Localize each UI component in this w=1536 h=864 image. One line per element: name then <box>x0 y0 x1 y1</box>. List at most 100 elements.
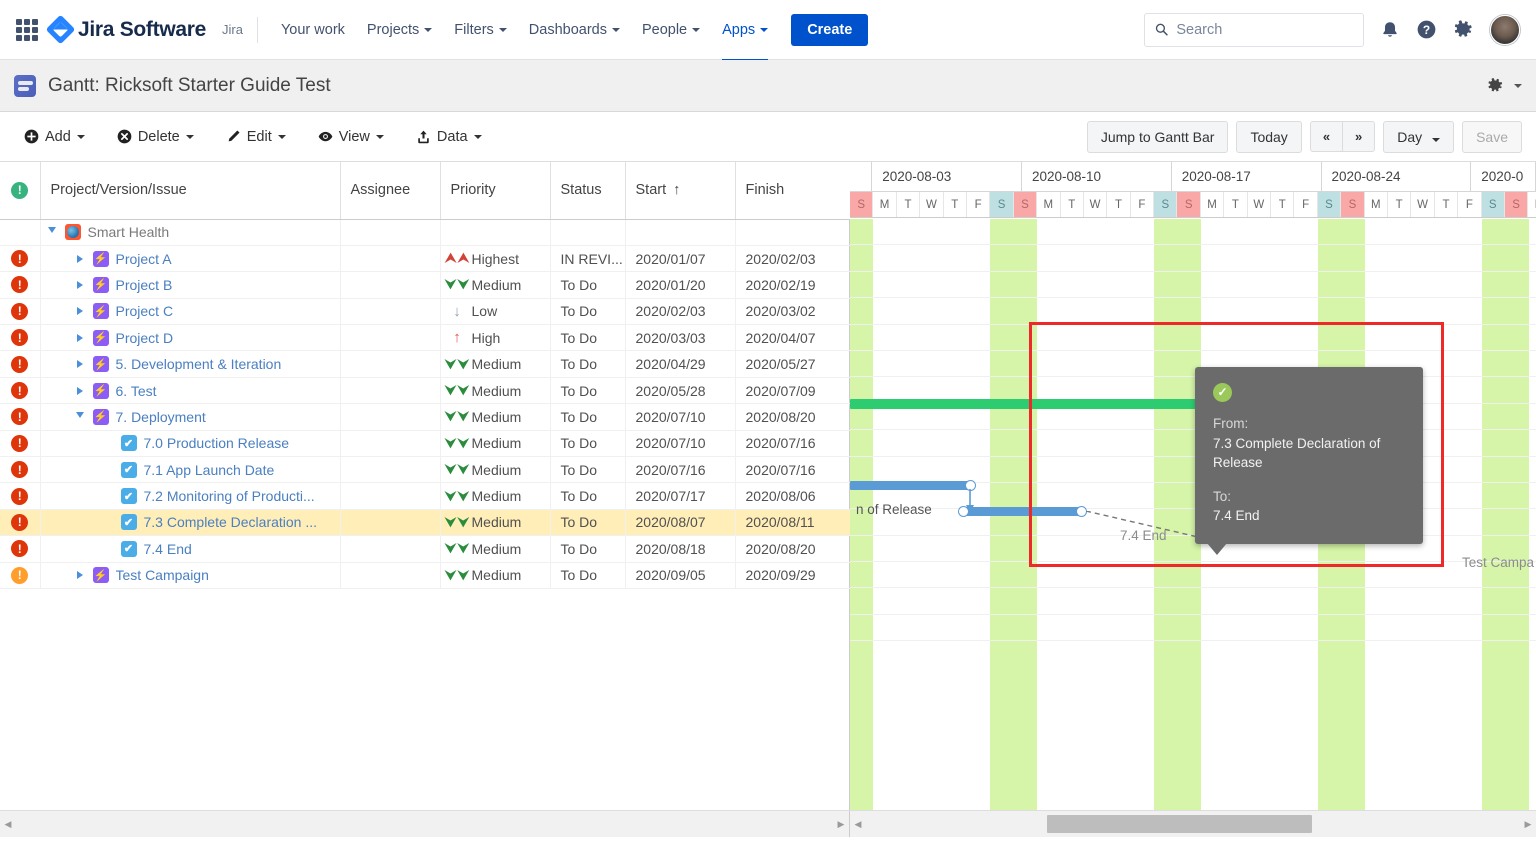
column-header-start[interactable]: Start↑ <box>625 162 735 219</box>
nav-item-projects[interactable]: Projects <box>358 15 441 45</box>
alert-icon[interactable]: ! <box>11 303 28 320</box>
row-finish-cell[interactable]: 2020/08/20 <box>735 536 850 562</box>
row-priority-cell[interactable]: ⮟⮟Medium <box>440 562 550 588</box>
row-priority-cell[interactable]: ⮟⮟Medium <box>440 457 550 483</box>
row-alert-cell[interactable]: ! <box>0 245 40 271</box>
toolbar-menu-edit[interactable]: Edit <box>216 123 296 151</box>
chevron-down-icon[interactable] <box>1514 84 1522 88</box>
alert-icon[interactable]: ! <box>11 514 28 531</box>
issue-name-link[interactable]: 7.1 App Launch Date <box>144 462 275 478</box>
toolbar-menu-add[interactable]: Add <box>14 123 95 151</box>
table-row[interactable]: !⚡Project A⮝⮝HighestIN REVI...2020/01/07… <box>0 245 850 271</box>
table-row[interactable]: !✔7.0 Production Release⮟⮟MediumTo Do202… <box>0 430 850 456</box>
issue-name-link[interactable]: 6. Test <box>116 383 157 399</box>
row-alert-cell[interactable]: ! <box>0 536 40 562</box>
row-assignee-cell[interactable] <box>340 483 440 509</box>
scroll-left-arrow[interactable]: ◀ <box>0 819 16 830</box>
alert-icon[interactable]: ! <box>11 408 28 425</box>
row-alert-cell[interactable]: ! <box>0 483 40 509</box>
row-status-cell[interactable]: To Do <box>550 536 625 562</box>
row-start-cell[interactable]: 2020/04/29 <box>625 351 735 377</box>
row-status-cell[interactable]: To Do <box>550 351 625 377</box>
row-priority-cell[interactable]: ⮟⮟Medium <box>440 509 550 535</box>
toolbar-menu-data[interactable]: Data <box>406 123 492 151</box>
row-expander-toggle[interactable] <box>73 307 87 315</box>
issue-name-link[interactable]: 7.3 Complete Declaration ... <box>144 514 318 530</box>
row-finish-cell[interactable]: 2020/02/19 <box>735 272 850 298</box>
search-input[interactable] <box>1176 22 1353 38</box>
table-row[interactable]: !✔7.1 App Launch Date⮟⮟MediumTo Do2020/0… <box>0 457 850 483</box>
row-priority-cell[interactable]: ⮝⮝Highest <box>440 245 550 271</box>
row-name-cell[interactable]: ⚡5. Development & Iteration <box>40 351 340 377</box>
row-assignee-cell[interactable] <box>340 298 440 324</box>
row-expander-toggle[interactable] <box>73 281 87 289</box>
row-alert-cell[interactable]: ! <box>0 298 40 324</box>
row-status-cell[interactable]: To Do <box>550 325 625 351</box>
row-status-cell[interactable]: To Do <box>550 483 625 509</box>
gantt-row[interactable] <box>850 615 1536 641</box>
table-row[interactable]: !⚡7. Deployment⮟⮟MediumTo Do2020/07/1020… <box>0 404 850 430</box>
scroll-left-arrow[interactable]: ◀ <box>850 819 866 830</box>
scroll-right-arrow[interactable]: ▶ <box>1520 819 1536 830</box>
gantt-row[interactable] <box>850 298 1536 324</box>
table-row[interactable]: !⚡Project C↓LowTo Do2020/02/032020/03/02 <box>0 298 850 324</box>
table-row[interactable]: !⚡Project B⮟⮟MediumTo Do2020/01/202020/0… <box>0 272 850 298</box>
alert-icon[interactable]: ! <box>11 567 28 584</box>
row-priority-cell[interactable]: ⮟⮟Medium <box>440 351 550 377</box>
row-priority-cell[interactable]: ⮟⮟Medium <box>440 536 550 562</box>
nav-item-apps[interactable]: Apps <box>713 15 777 45</box>
row-finish-cell[interactable]: 2020/02/03 <box>735 245 850 271</box>
row-start-cell[interactable]: 2020/03/03 <box>625 325 735 351</box>
row-alert-cell[interactable]: ! <box>0 430 40 456</box>
row-assignee-cell[interactable] <box>340 404 440 430</box>
gantt-bar-start-handle[interactable] <box>958 506 969 517</box>
nav-item-dashboards[interactable]: Dashboards <box>520 15 629 45</box>
row-start-cell[interactable]: 2020/07/10 <box>625 404 735 430</box>
row-alert-cell[interactable]: ! <box>0 509 40 535</box>
row-finish-cell[interactable]: 2020/04/07 <box>735 325 850 351</box>
row-start-cell[interactable]: 2020/07/17 <box>625 483 735 509</box>
row-status-cell[interactable]: To Do <box>550 272 625 298</box>
issue-name-link[interactable]: Test Campaign <box>116 567 209 583</box>
row-expander-toggle[interactable] <box>73 334 87 342</box>
table-row[interactable]: Smart Health <box>0 219 850 245</box>
alert-icon[interactable]: ! <box>11 250 28 267</box>
row-start-cell[interactable]: 2020/08/07 <box>625 509 735 535</box>
row-name-cell[interactable]: ⚡Project D <box>40 325 340 351</box>
table-row[interactable]: !⚡6. Test⮟⮟MediumTo Do2020/05/282020/07/… <box>0 377 850 403</box>
row-assignee-cell[interactable] <box>340 219 440 245</box>
row-status-cell[interactable]: IN REVI... <box>550 245 625 271</box>
gantt-bar-7-2-monitoring[interactable] <box>850 481 972 490</box>
row-finish-cell[interactable]: 2020/09/29 <box>735 562 850 588</box>
table-row[interactable]: !✔7.2 Monitoring of Producti...⮟⮟MediumT… <box>0 483 850 509</box>
row-status-cell[interactable]: To Do <box>550 404 625 430</box>
row-alert-cell[interactable]: ! <box>0 457 40 483</box>
alert-icon[interactable]: ! <box>11 488 28 505</box>
scroll-right-arrow[interactable]: ▶ <box>833 819 849 830</box>
row-name-cell[interactable]: ✔7.0 Production Release <box>40 430 340 456</box>
row-alert-cell[interactable]: ! <box>0 404 40 430</box>
row-finish-cell[interactable]: 2020/07/16 <box>735 457 850 483</box>
row-assignee-cell[interactable] <box>340 377 440 403</box>
row-name-cell[interactable]: Smart Health <box>40 219 340 245</box>
gantt-row[interactable] <box>850 588 1536 614</box>
settings-icon[interactable] <box>1453 19 1474 40</box>
row-priority-cell[interactable]: ↓Low <box>440 298 550 324</box>
issue-name-link[interactable]: 7. Deployment <box>116 409 206 425</box>
jira-logo[interactable]: Jira Software <box>50 18 206 42</box>
row-priority-cell[interactable]: ⮟⮟Medium <box>440 377 550 403</box>
row-alert-cell[interactable]: ! <box>0 272 40 298</box>
row-start-cell[interactable]: 2020/09/05 <box>625 562 735 588</box>
alert-icon[interactable]: ! <box>11 329 28 346</box>
row-alert-cell[interactable] <box>0 219 40 245</box>
alert-icon[interactable]: ! <box>11 276 28 293</box>
toolbar-menu-delete[interactable]: Delete <box>107 123 204 151</box>
gear-icon[interactable] <box>1487 77 1504 94</box>
help-icon[interactable]: ? <box>1416 19 1437 40</box>
toolbar-menu-view[interactable]: View <box>308 123 394 151</box>
row-priority-cell[interactable]: ↑High <box>440 325 550 351</box>
row-start-cell[interactable]: 2020/02/03 <box>625 298 735 324</box>
row-finish-cell[interactable]: 2020/07/09 <box>735 377 850 403</box>
column-header-priority[interactable]: Priority <box>440 162 550 219</box>
next-period-button[interactable]: » <box>1342 122 1374 151</box>
